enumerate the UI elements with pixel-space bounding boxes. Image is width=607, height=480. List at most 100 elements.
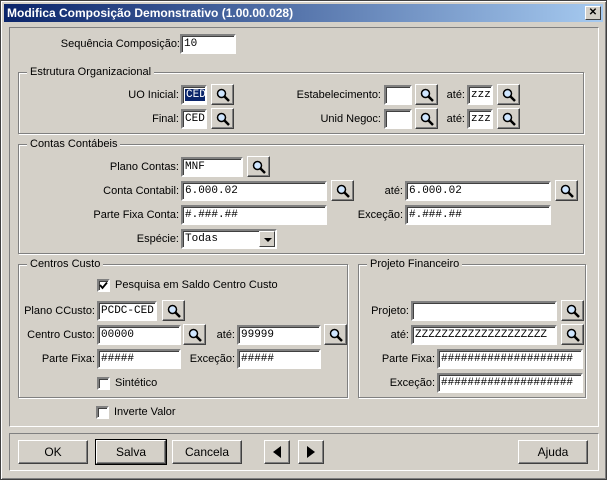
search-icon — [502, 88, 516, 102]
projeto-input[interactable] — [411, 301, 557, 321]
especie-select[interactable]: Todas — [181, 229, 277, 249]
search-icon — [420, 88, 434, 102]
pesquisa-checkbox[interactable] — [97, 279, 110, 292]
centros-group: Centros Custo Pesquisa em Saldo Centro C… — [18, 257, 348, 398]
estabelecimento-label: Estabelecimento: — [296, 89, 381, 101]
conta-ate-input[interactable]: 6.000.02 — [405, 181, 551, 201]
conta-contabil-input[interactable]: 6.000.02 — [181, 181, 327, 201]
search-icon — [188, 328, 202, 342]
unid-negoc-search-button[interactable] — [415, 108, 438, 129]
plano-contas-search-button[interactable] — [247, 156, 270, 177]
conta-ate-search-button[interactable] — [555, 180, 578, 201]
centro-custo-search-button[interactable] — [183, 324, 206, 345]
final-label: Final: — [152, 113, 179, 125]
close-button[interactable]: ✕ — [585, 6, 601, 20]
search-icon — [336, 184, 350, 198]
excecao-proj-input[interactable]: #################### — [437, 373, 583, 393]
estabelecimento-search-button[interactable] — [415, 84, 438, 105]
especie-label: Espécie: — [136, 233, 179, 245]
window-title: Modifica Composição Demonstrativo (1.00.… — [7, 6, 294, 20]
conta-contabil-search-button[interactable] — [331, 180, 354, 201]
projeto-group: Projeto Financeiro Projeto: até: ZZZZZZZ… — [358, 257, 586, 398]
parte-fixa-cc-label: Parte Fixa: — [41, 353, 95, 365]
arrow-left-icon — [273, 446, 281, 458]
excecao-conta-input[interactable]: #.###.## — [405, 205, 551, 225]
search-icon — [566, 328, 580, 342]
especie-value: Todas — [185, 233, 219, 245]
unid-negoc-input[interactable] — [384, 109, 412, 129]
unid-ate-input[interactable]: zzz — [467, 109, 493, 129]
projeto-search-button[interactable] — [561, 300, 584, 321]
projeto-ate-label: até: — [390, 329, 409, 341]
conta-ate-label: até: — [384, 185, 403, 197]
search-icon — [216, 112, 230, 126]
projeto-ate-search-button[interactable] — [561, 324, 584, 345]
projeto-title: Projeto Financeiro — [367, 257, 463, 271]
estrutura-title: Estrutura Organizacional — [27, 65, 155, 79]
unid-ate-label: até: — [446, 113, 465, 125]
contas-group: Contas Contábeis Plano Contas: MNF Conta… — [18, 137, 584, 254]
inverte-label: Inverte Valor — [114, 406, 176, 418]
search-icon — [566, 304, 580, 318]
sintetico-checkbox[interactable] — [97, 377, 110, 390]
ajuda-button[interactable]: Ajuda — [518, 440, 588, 464]
unid-ate-search-button[interactable] — [497, 108, 520, 129]
plano-contas-input[interactable]: MNF — [181, 157, 243, 177]
search-icon — [560, 184, 574, 198]
search-icon — [329, 328, 343, 342]
contas-title: Contas Contábeis — [27, 137, 121, 151]
title-bar: Modifica Composição Demonstrativo (1.00.… — [4, 4, 603, 22]
ok-button[interactable]: OK — [18, 440, 88, 464]
estabelecimento-input[interactable] — [384, 85, 412, 105]
search-icon — [216, 88, 230, 102]
excecao-conta-label: Exceção: — [357, 209, 403, 221]
search-icon — [502, 112, 516, 126]
parte-fixa-proj-input[interactable]: #################### — [437, 349, 583, 369]
sequencia-input[interactable]: 10 — [180, 34, 236, 54]
plano-ccusto-label: Plano CCusto: — [24, 305, 95, 317]
centro-ate-input[interactable]: 99999 — [237, 325, 321, 345]
final-input[interactable]: CED — [181, 109, 207, 129]
centro-ate-label: até: — [216, 329, 235, 341]
search-icon — [420, 112, 434, 126]
conta-contabil-label: Conta Contabil: — [103, 185, 179, 197]
dialog-window: Modifica Composição Demonstrativo (1.00.… — [0, 0, 607, 480]
check-icon — [99, 281, 108, 290]
uo-inicial-input[interactable]: CED — [181, 85, 207, 105]
next-button[interactable] — [298, 440, 324, 464]
search-icon — [252, 160, 266, 174]
excecao-proj-label: Exceção: — [389, 377, 435, 389]
final-search-button[interactable] — [211, 108, 234, 129]
chevron-down-icon[interactable] — [259, 231, 275, 247]
pesquisa-label: Pesquisa em Saldo Centro Custo — [115, 279, 278, 291]
estab-ate-label: até: — [446, 89, 465, 101]
salva-button[interactable]: Salva — [95, 439, 167, 465]
uo-inicial-search-button[interactable] — [211, 84, 234, 105]
button-bar: OK Salva Cancela Ajuda — [9, 433, 599, 471]
plano-ccusto-input[interactable]: PCDC-CED — [97, 301, 157, 321]
parte-fixa-conta-input[interactable]: #.###.## — [181, 205, 327, 225]
estab-ate-input[interactable]: zzz — [467, 85, 493, 105]
previous-button[interactable] — [264, 440, 290, 464]
arrow-right-icon — [307, 446, 315, 458]
form-panel: Sequência Composição: 10 Estrutura Organ… — [9, 27, 599, 427]
parte-fixa-cc-input[interactable]: ##### — [97, 349, 181, 369]
plano-contas-label: Plano Contas: — [109, 161, 179, 173]
centro-custo-input[interactable]: 00000 — [97, 325, 181, 345]
parte-fixa-proj-label: Parte Fixa: — [381, 353, 435, 365]
inverte-checkbox[interactable] — [96, 406, 109, 419]
excecao-cc-input[interactable]: ##### — [237, 349, 321, 369]
centro-custo-label: Centro Custo: — [27, 329, 95, 341]
estab-ate-search-button[interactable] — [497, 84, 520, 105]
close-icon: ✕ — [588, 7, 598, 18]
estrutura-group: Estrutura Organizacional UO Inicial: CED… — [18, 65, 584, 134]
centro-ate-search-button[interactable] — [324, 324, 347, 345]
plano-ccusto-search-button[interactable] — [162, 300, 185, 321]
cancela-button[interactable]: Cancela — [172, 440, 242, 464]
projeto-ate-input[interactable]: ZZZZZZZZZZZZZZZZZZZZ — [411, 325, 557, 345]
uo-inicial-value: CED — [185, 89, 206, 101]
sequencia-label: Sequência Composição: — [60, 38, 180, 50]
parte-fixa-conta-label: Parte Fixa Conta: — [93, 209, 179, 221]
unid-negoc-label: Unid Negoc: — [320, 113, 381, 125]
uo-inicial-label: UO Inicial: — [128, 89, 179, 101]
